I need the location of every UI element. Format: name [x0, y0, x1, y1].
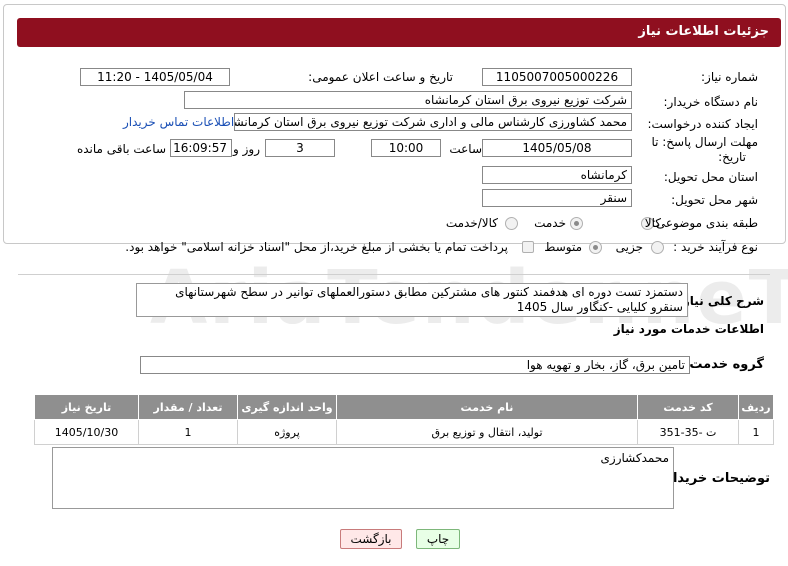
- category-both-radio[interactable]: [505, 217, 518, 230]
- category-label: طبقه بندی موضوعی:: [651, 216, 758, 230]
- buyer-contact-link[interactable]: اطلاعات تماس خریدار: [123, 115, 234, 129]
- cell-need-date: 1405/10/30: [34, 419, 139, 445]
- description-label: شرح کلی نیاز:: [678, 294, 764, 308]
- col-service-code: کد خدمت: [637, 394, 739, 420]
- cell-row: 1: [738, 419, 774, 445]
- days-label: روز و: [233, 142, 260, 156]
- cell-service-code: ت -35-351: [637, 419, 739, 445]
- cell-unit: پروژه: [237, 419, 337, 445]
- description-text[interactable]: دستمزد تست دوره ای هدفمند کنتور های مشتر…: [136, 283, 688, 317]
- province-field[interactable]: کرمانشاه: [482, 166, 632, 184]
- back-button[interactable]: بازگشت: [340, 529, 402, 549]
- need-number-label: شماره نیاز:: [701, 70, 758, 84]
- buyer-notes-label: توضیحات خریدار:: [660, 471, 770, 486]
- deadline-label-date: تاریخ:: [718, 150, 746, 164]
- creator-label: ایجاد کننده درخواست:: [647, 117, 758, 131]
- table-header-row: ردیف کد خدمت نام خدمت واحد اندازه گیری ت…: [34, 394, 774, 420]
- category-both-label: کالا/خدمت: [445, 216, 498, 230]
- creator-field[interactable]: محمد کشاورزی کارشناس مالی و اداری شرکت ت…: [234, 113, 632, 131]
- process-medium-label: متوسط: [544, 240, 582, 254]
- treasury-payment-checkbox[interactable]: [522, 241, 534, 253]
- buyer-org-field[interactable]: شرکت توزیع نیروی برق استان کرمانشاه: [184, 91, 632, 109]
- announce-label: تاریخ و ساعت اعلان عمومی:: [308, 70, 453, 84]
- deadline-date-field[interactable]: 1405/05/08: [482, 139, 632, 157]
- service-group-label: گروه خدمت:: [684, 357, 764, 372]
- cell-service-name: تولید، انتقال و توزیع برق: [336, 419, 638, 445]
- panel-title: جزئیات اطلاعات نیاز: [638, 24, 769, 39]
- service-group-field[interactable]: تامین برق، گاز، بخار و تهویه هوا: [140, 356, 690, 374]
- col-need-date: تاریخ نیاز: [34, 394, 139, 420]
- cell-quantity: 1: [138, 419, 238, 445]
- process-minor-label: جزیی: [615, 240, 643, 254]
- col-quantity: تعداد / مقدار: [138, 394, 238, 420]
- process-medium-radio[interactable]: [589, 241, 602, 254]
- table-row[interactable]: 1 ت -35-351 تولید، انتقال و توزیع برق پر…: [34, 419, 774, 445]
- col-row: ردیف: [738, 394, 774, 420]
- category-service-radio[interactable]: [570, 217, 583, 230]
- category-goods-label: کالا: [644, 216, 661, 230]
- need-number-field[interactable]: 1105007005000226: [482, 68, 632, 86]
- deadline-time-field[interactable]: 10:00: [371, 139, 441, 157]
- remaining-time-field[interactable]: 16:09:57: [170, 139, 232, 157]
- services-table: ردیف کد خدمت نام خدمت واحد اندازه گیری ت…: [34, 394, 774, 445]
- separator: [18, 274, 770, 275]
- process-minor-radio[interactable]: [651, 241, 664, 254]
- city-label: شهر محل تحویل:: [671, 193, 758, 207]
- city-field[interactable]: سنقر: [482, 189, 632, 207]
- col-service-name: نام خدمت: [336, 394, 638, 420]
- col-unit: واحد اندازه گیری: [237, 394, 337, 420]
- announce-field[interactable]: 1405/05/04 - 11:20: [80, 68, 230, 86]
- province-label: استان محل تحویل:: [663, 170, 758, 184]
- buyer-org-label: نام دستگاه خریدار:: [663, 95, 759, 109]
- panel-header: جزئیات اطلاعات نیاز: [17, 18, 781, 47]
- print-button[interactable]: چاپ: [416, 529, 460, 549]
- time-label: ساعت: [449, 142, 482, 156]
- category-service-label: خدمت: [534, 216, 566, 230]
- remaining-label: ساعت باقی مانده: [76, 142, 166, 156]
- days-field[interactable]: 3: [265, 139, 335, 157]
- buyer-notes-text[interactable]: محمدکشارزی: [52, 447, 674, 509]
- treasury-payment-note: پرداخت تمام یا بخشی از مبلغ خرید،از محل …: [125, 240, 508, 254]
- services-section-title: اطلاعات خدمات مورد نیاز: [613, 322, 764, 336]
- deadline-label: مهلت ارسال پاسخ: تا: [651, 135, 758, 149]
- process-label: نوع فرآیند خرید :: [673, 240, 758, 254]
